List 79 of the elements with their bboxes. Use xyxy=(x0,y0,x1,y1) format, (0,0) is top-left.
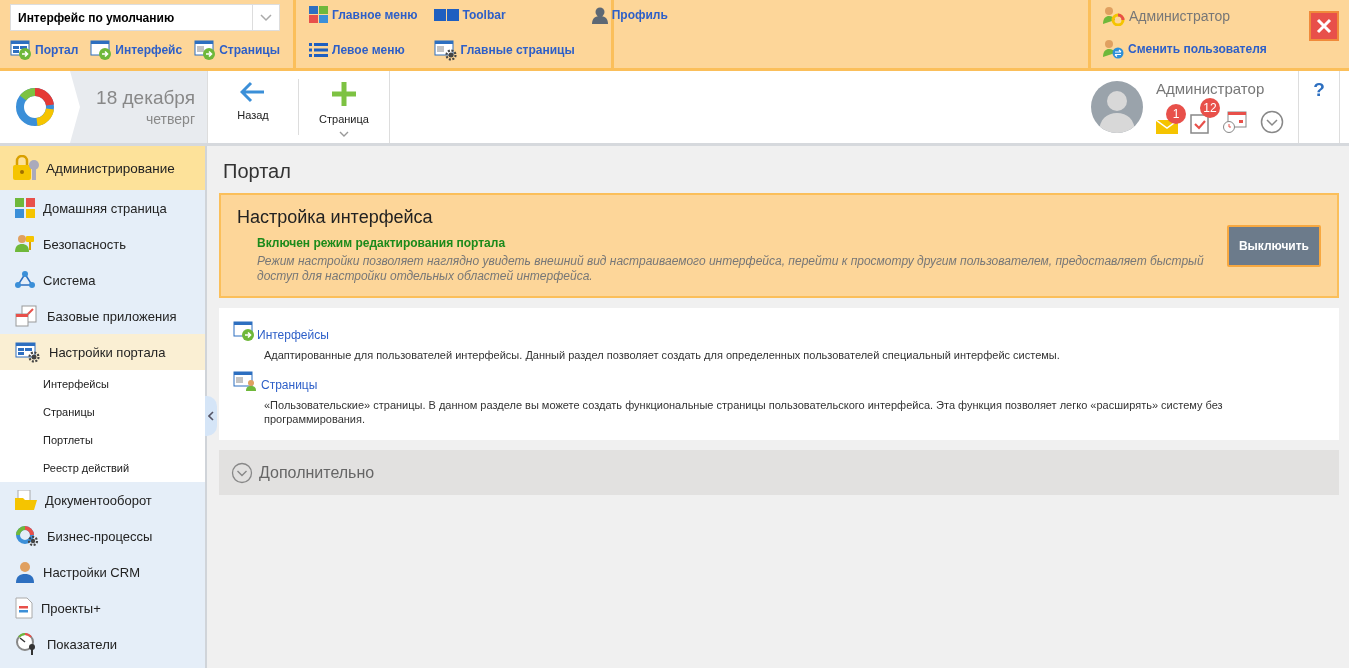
toolbar-icon xyxy=(433,8,460,22)
person-icon xyxy=(15,561,35,583)
switch-user-link[interactable]: Сменить пользователя xyxy=(1103,39,1309,59)
user-page-icon xyxy=(233,370,259,392)
sidebar-item[interactable]: Домашняя страница xyxy=(0,190,205,226)
sidebar-item[interactable]: Безопасность xyxy=(0,226,205,262)
window-icon xyxy=(233,320,255,342)
panel-link[interactable]: Левое меню xyxy=(309,39,418,61)
section-link[interactable]: Интерфейсы xyxy=(257,328,329,342)
sidebar-item[interactable]: Настройки портала xyxy=(0,334,205,370)
lock-key-icon xyxy=(12,155,40,181)
page-gear-icon xyxy=(433,39,458,61)
sidebar-subitem[interactable]: Реестр действий xyxy=(0,454,205,482)
more-bar[interactable]: Дополнительно xyxy=(219,450,1339,495)
window-icon xyxy=(90,39,113,61)
weekday-text: четверг xyxy=(146,111,195,127)
avatar-icon xyxy=(1091,81,1143,133)
status-text: Включен режим редактирования портала xyxy=(257,236,507,250)
calendar-clock-icon xyxy=(1222,110,1248,134)
section-link[interactable]: Страницы xyxy=(261,378,318,392)
tiles-icon xyxy=(15,198,35,218)
page-title: Портал xyxy=(223,160,292,183)
panel-link[interactable]: Страницы xyxy=(194,39,280,61)
notice-description: Режим настройки позволяет наглядно увидеть внешний вид настраиваемого интерфейса, перейти к просмотру другим пользователем, предоставляет быстрый доступ для настройки отдельных областей интерфейса. xyxy=(257,254,1205,284)
panel-link[interactable]: Портал xyxy=(10,39,79,61)
sidebar-header: Администрирование xyxy=(46,160,175,176)
envelope-icon xyxy=(1156,118,1178,134)
calendar-icon xyxy=(15,305,39,327)
panel-link[interactable]: Профиль xyxy=(590,6,668,24)
sidebar-item[interactable]: Настройки CRM xyxy=(0,554,205,590)
count-badge: 12 xyxy=(1200,98,1220,118)
sidebar-subitem[interactable]: Портлеты xyxy=(0,426,205,454)
sidebar-item[interactable]: Базовые приложения xyxy=(0,298,205,334)
help-button[interactable]: ? xyxy=(1313,79,1325,143)
sidebar-item[interactable]: Проекты+ xyxy=(0,590,205,626)
document-icon xyxy=(15,597,33,619)
user-key-icon xyxy=(15,234,35,254)
ring-gear-icon xyxy=(15,525,39,547)
section-description: «Пользовательские» страницы. В данном разделе вы можете создать функциональные страницы пользовательского интерфейса. Эта функция позволяет легко «расширять» систему без программирования. xyxy=(264,398,1224,426)
checklist-icon xyxy=(1190,112,1210,134)
sidebar-subitem[interactable]: Интерфейсы xyxy=(0,370,205,398)
nodes-icon xyxy=(15,271,35,289)
panel-link[interactable]: Toolbar xyxy=(433,6,575,24)
panel-link[interactable]: Интерфейс xyxy=(90,39,183,61)
section-description: Адаптированные для пользователей интерфейсы. Данный раздел позволяет создать для определенных пользователей специальный интерфейс системы. xyxy=(264,348,1061,362)
list-icon xyxy=(309,42,329,58)
plus-icon xyxy=(331,81,357,107)
panel-link[interactable]: Главные страницы xyxy=(433,39,575,61)
arrow-left-icon xyxy=(240,81,266,103)
sidebar-item[interactable]: Бизнес-процессы xyxy=(0,518,205,554)
user-name: Администратор xyxy=(1156,80,1266,97)
portal-gear-icon xyxy=(15,341,41,363)
panel-link[interactable]: Главное меню xyxy=(309,6,418,24)
chevron-circle-icon xyxy=(1260,110,1284,134)
chevron-circle-icon xyxy=(231,461,253,484)
collapse-button[interactable] xyxy=(205,396,217,436)
tiles-icon xyxy=(309,6,329,24)
user-switch-icon xyxy=(1103,39,1125,59)
count-badge: 1 xyxy=(1166,104,1186,124)
chevron-left-icon xyxy=(208,411,214,421)
notice-title: Настройка интерфейса xyxy=(237,207,434,228)
interface-select[interactable]: Интерфейс по умолчанию xyxy=(10,4,280,31)
sidebar-item[interactable]: Показатели xyxy=(0,626,205,662)
person-icon xyxy=(590,6,609,24)
toolbar-button[interactable]: Назад xyxy=(208,71,298,143)
page-icon xyxy=(194,39,217,61)
turn-off-button[interactable]: Выключить xyxy=(1226,224,1321,267)
sidebar-item[interactable]: Система xyxy=(0,262,205,298)
portal-icon xyxy=(10,39,32,61)
user-name: Администратор xyxy=(1129,8,1230,24)
toolbar-button[interactable]: Страница xyxy=(299,71,389,143)
close-button[interactable] xyxy=(1309,11,1339,41)
sidebar-item[interactable]: Документооборот xyxy=(0,482,205,518)
folder-icon xyxy=(15,490,37,510)
chevron-down-icon xyxy=(260,13,272,22)
date-text: 18 декабря xyxy=(96,87,195,109)
sidebar-subitem[interactable]: Страницы xyxy=(0,398,205,426)
close-icon xyxy=(1316,18,1332,34)
user-chart-icon xyxy=(1103,6,1125,26)
